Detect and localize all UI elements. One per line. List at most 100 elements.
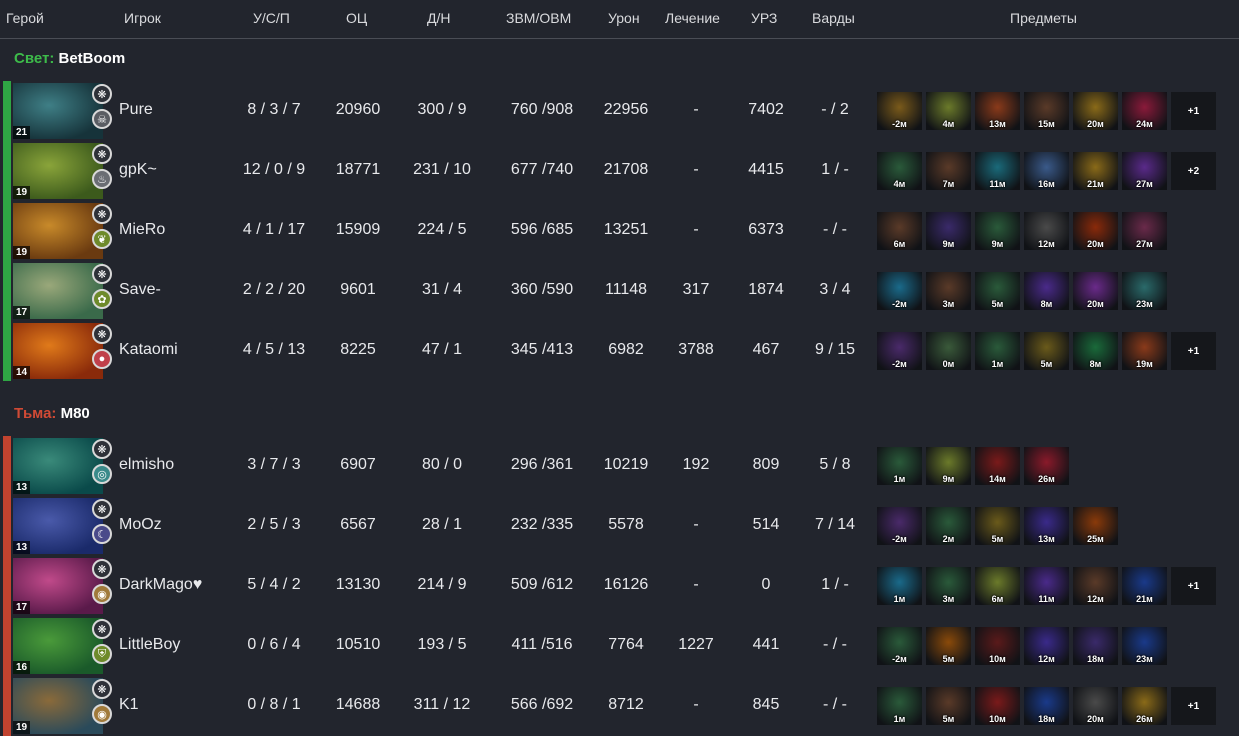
item-slot[interactable]: 7м bbox=[926, 152, 971, 190]
item-slot[interactable]: 2м bbox=[926, 507, 971, 545]
talent-tree-icon[interactable]: ❋ bbox=[92, 84, 112, 104]
player-name[interactable]: DarkMago♥ bbox=[119, 576, 202, 594]
player-name[interactable]: K1 bbox=[119, 696, 139, 714]
item-slot[interactable]: 20м bbox=[1073, 212, 1118, 250]
player-row[interactable]: 19 ❋ ♨ gpK~ 12 / 0 / 9 18771 231 / 10 677 /740 2… bbox=[0, 141, 1239, 201]
item-slot[interactable]: 3м bbox=[926, 567, 971, 605]
player-name[interactable]: LittleBoy bbox=[119, 636, 180, 654]
more-items-button[interactable]: +1 bbox=[1171, 687, 1216, 725]
hero-portrait[interactable]: 13 bbox=[13, 498, 103, 554]
item-slot[interactable]: 23м bbox=[1122, 272, 1167, 310]
item-slot[interactable]: 5м bbox=[1024, 332, 1069, 370]
more-items-button[interactable]: +2 bbox=[1171, 152, 1216, 190]
item-slot[interactable]: 4м bbox=[926, 92, 971, 130]
item-slot[interactable]: 6м bbox=[975, 567, 1020, 605]
item-slot[interactable]: 1м bbox=[877, 687, 922, 725]
player-row[interactable]: 19 ❋ ◉ K1 0 / 8 / 1 14688 311 / 12 566 /692 8712… bbox=[0, 676, 1239, 736]
player-row[interactable]: 16 ❋ ⛨ LittleBoy 0 / 6 / 4 10510 193 / 5 411 /5… bbox=[0, 616, 1239, 676]
item-slot[interactable]: 19м bbox=[1122, 332, 1167, 370]
item-slot[interactable]: -2м bbox=[877, 627, 922, 665]
item-slot[interactable]: 18м bbox=[1024, 687, 1069, 725]
item-slot[interactable]: 5м bbox=[926, 687, 971, 725]
item-slot[interactable]: 5м bbox=[975, 272, 1020, 310]
more-items-button[interactable]: +1 bbox=[1171, 332, 1216, 370]
item-slot[interactable]: -2м bbox=[877, 332, 922, 370]
item-slot[interactable]: 0м bbox=[926, 332, 971, 370]
item-slot[interactable]: 10м bbox=[975, 687, 1020, 725]
player-name[interactable]: MoOz bbox=[119, 516, 162, 534]
player-row[interactable]: 13 ❋ ☾ MoOz 2 / 5 / 3 6567 28 / 1 232 /335 5578-… bbox=[0, 496, 1239, 556]
item-slot[interactable]: 1м bbox=[877, 567, 922, 605]
talent-tree-icon[interactable]: ❋ bbox=[92, 559, 112, 579]
talent-tree-icon[interactable]: ❋ bbox=[92, 499, 112, 519]
talent-tree-icon[interactable]: ❋ bbox=[92, 679, 112, 699]
talent-tree-icon[interactable]: ❋ bbox=[92, 264, 112, 284]
item-slot[interactable]: 11м bbox=[975, 152, 1020, 190]
item-slot[interactable]: 23м bbox=[1122, 627, 1167, 665]
item-slot[interactable]: 9м bbox=[926, 212, 971, 250]
item-slot[interactable]: 16м bbox=[1024, 152, 1069, 190]
hero-portrait[interactable]: 16 bbox=[13, 618, 103, 674]
item-slot[interactable]: 18м bbox=[1073, 627, 1118, 665]
hero-portrait[interactable]: 19 bbox=[13, 678, 103, 734]
item-slot[interactable]: 8м bbox=[1073, 332, 1118, 370]
item-slot[interactable]: 12м bbox=[1024, 212, 1069, 250]
item-slot[interactable]: 5м bbox=[926, 627, 971, 665]
talent-tree-icon[interactable]: ❋ bbox=[92, 144, 112, 164]
more-items-button[interactable]: +1 bbox=[1171, 92, 1216, 130]
item-slot[interactable]: 3м bbox=[926, 272, 971, 310]
hero-portrait[interactable]: 13 bbox=[13, 438, 103, 494]
item-slot[interactable]: 6м bbox=[877, 212, 922, 250]
item-slot[interactable]: 20м bbox=[1073, 687, 1118, 725]
item-slot[interactable]: 11м bbox=[1024, 567, 1069, 605]
item-slot[interactable]: 21м bbox=[1122, 567, 1167, 605]
talent-tree-icon[interactable]: ❋ bbox=[92, 619, 112, 639]
hero-portrait[interactable]: 21 bbox=[13, 83, 103, 139]
talent-tree-icon[interactable]: ❋ bbox=[92, 204, 112, 224]
more-items-button[interactable]: +1 bbox=[1171, 567, 1216, 605]
player-name[interactable]: Pure bbox=[119, 101, 153, 119]
item-slot[interactable]: 21м bbox=[1073, 152, 1118, 190]
item-slot[interactable]: 27м bbox=[1122, 212, 1167, 250]
player-row[interactable]: 17 ❋ ◉ DarkMago♥ 5 / 4 / 2 13130 214 / 9 509 /6… bbox=[0, 556, 1239, 616]
item-slot[interactable]: 1м bbox=[877, 447, 922, 485]
player-row[interactable]: 14 ❋ ● Kataomi 4 / 5 / 13 8225 47 / 1 345 /413 6… bbox=[0, 321, 1239, 381]
item-slot[interactable]: -2м bbox=[877, 507, 922, 545]
talent-tree-icon[interactable]: ❋ bbox=[92, 324, 112, 344]
item-slot[interactable]: 25м bbox=[1073, 507, 1118, 545]
item-slot[interactable]: 14м bbox=[975, 447, 1020, 485]
item-slot[interactable]: 15м bbox=[1024, 92, 1069, 130]
item-slot[interactable]: 26м bbox=[1024, 447, 1069, 485]
player-name[interactable]: Save- bbox=[119, 281, 161, 299]
item-slot[interactable]: 26м bbox=[1122, 687, 1167, 725]
item-slot[interactable]: 12м bbox=[1073, 567, 1118, 605]
item-slot[interactable]: 13м bbox=[975, 92, 1020, 130]
hero-portrait[interactable]: 19 bbox=[13, 203, 103, 259]
talent-tree-icon[interactable]: ❋ bbox=[92, 439, 112, 459]
item-slot[interactable]: 20м bbox=[1073, 92, 1118, 130]
player-row[interactable]: 13 ❋ ◎ elmisho 3 / 7 / 3 6907 80 / 0 296 /361 10… bbox=[0, 436, 1239, 496]
hero-portrait[interactable]: 14 bbox=[13, 323, 103, 379]
item-slot[interactable]: 5м bbox=[975, 507, 1020, 545]
item-slot[interactable]: 12м bbox=[1024, 627, 1069, 665]
hero-portrait[interactable]: 17 bbox=[13, 263, 103, 319]
player-name[interactable]: Kataomi bbox=[119, 341, 178, 359]
item-slot[interactable]: 1м bbox=[975, 332, 1020, 370]
item-slot[interactable]: 8м bbox=[1024, 272, 1069, 310]
item-slot[interactable]: 10м bbox=[975, 627, 1020, 665]
item-slot[interactable]: -2м bbox=[877, 272, 922, 310]
item-slot[interactable]: -2м bbox=[877, 92, 922, 130]
player-name[interactable]: MieRo bbox=[119, 221, 165, 239]
item-slot[interactable]: 9м bbox=[926, 447, 971, 485]
hero-portrait[interactable]: 19 bbox=[13, 143, 103, 199]
player-name[interactable]: elmisho bbox=[119, 456, 174, 474]
item-slot[interactable]: 27м bbox=[1122, 152, 1167, 190]
player-row[interactable]: 21 ❋ ☠ Pure 8 / 3 / 7 20960 300 / 9 760 /908 229… bbox=[0, 81, 1239, 141]
item-slot[interactable]: 24м bbox=[1122, 92, 1167, 130]
player-row[interactable]: 19 ❋ ❦ MieRo 4 / 1 / 17 15909 224 / 5 596 /685 1… bbox=[0, 201, 1239, 261]
player-name[interactable]: gpK~ bbox=[119, 161, 157, 179]
hero-portrait[interactable]: 17 bbox=[13, 558, 103, 614]
player-row[interactable]: 17 ❋ ✿ Save- 2 / 2 / 20 9601 31 / 4 360 /590 111… bbox=[0, 261, 1239, 321]
item-slot[interactable]: 13м bbox=[1024, 507, 1069, 545]
item-slot[interactable]: 4м bbox=[877, 152, 922, 190]
